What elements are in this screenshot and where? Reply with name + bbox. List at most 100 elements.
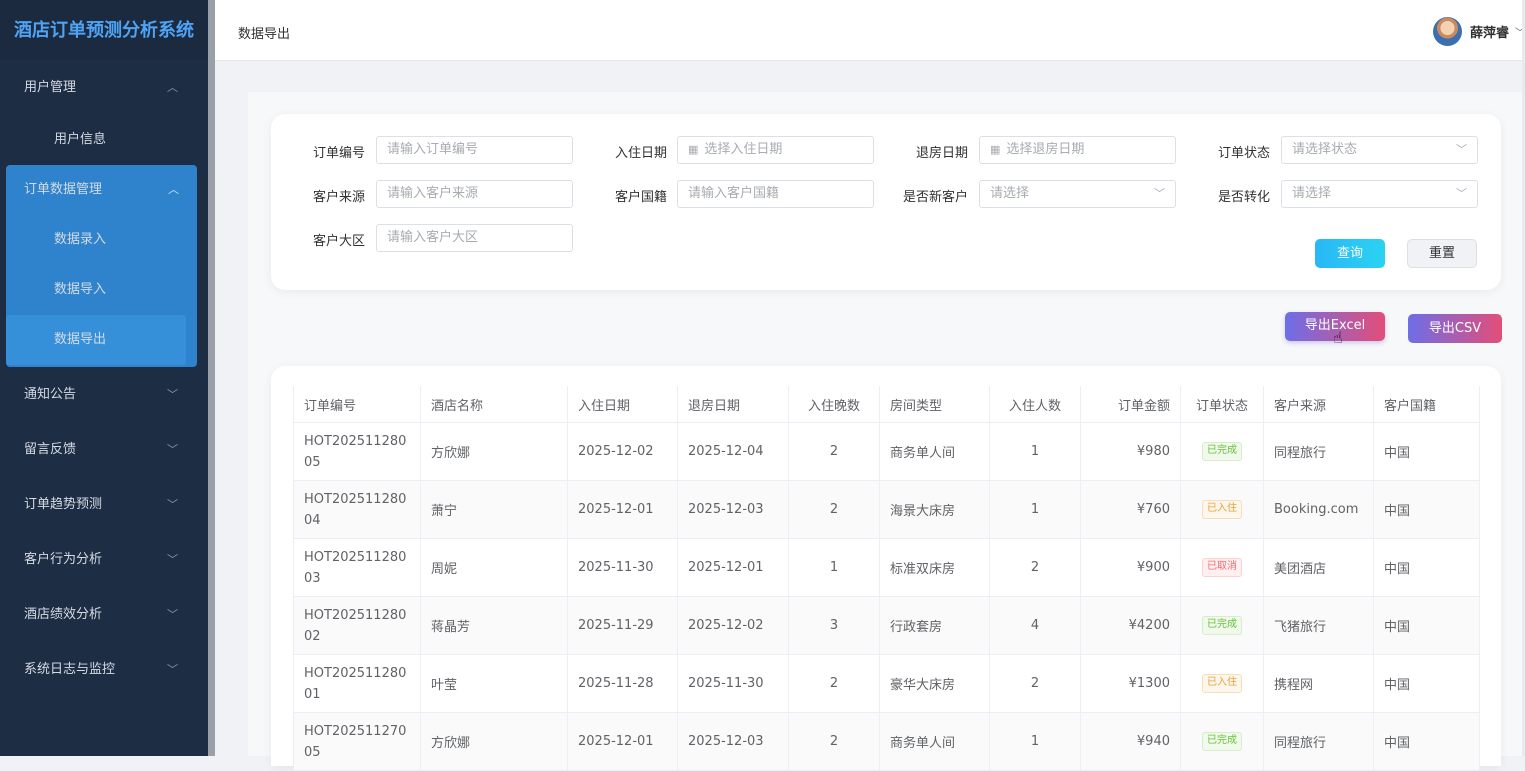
user-name[interactable]: 薛萍睿	[1470, 22, 1509, 41]
table-cell: 2025-12-01	[567, 712, 678, 771]
region-label: 客户大区	[312, 234, 365, 249]
menu-customer-behavior[interactable]: 客户行为分析 ﹀	[0, 532, 208, 587]
sidebar-scrollbar[interactable]	[208, 0, 215, 756]
menu-label: 酒店绩效分析	[24, 607, 103, 622]
order-no-label: 订单编号	[312, 146, 365, 161]
table-cell: 标准双床房	[879, 538, 990, 597]
table-cell: ¥900	[1080, 538, 1181, 597]
col-header[interactable]: 客户来源	[1263, 386, 1374, 423]
col-header[interactable]: 订单状态	[1180, 386, 1264, 423]
checkout-label: 退房日期	[915, 146, 968, 161]
order-no-input[interactable]: 请输入订单编号	[376, 136, 573, 164]
col-header[interactable]: 酒店名称	[420, 386, 568, 423]
reset-button[interactable]: 重置	[1407, 239, 1477, 268]
table-row[interactable]: HOT20251128002 蒋晶芳 2025-11-29 2025-12-02 3 行政…	[293, 596, 1480, 655]
table-cell: 豪华大床房	[879, 654, 990, 713]
chevron-down-icon: ﹀	[167, 443, 178, 456]
table-cell: 3	[788, 596, 880, 655]
menu-order-data-management[interactable]: 订单数据管理 ︿	[6, 165, 197, 215]
chevron-down-icon: ﹀	[167, 553, 178, 566]
status-placeholder: 请选择状态	[1292, 142, 1358, 157]
table-row[interactable]: HOT20251128005 方欣娜 2025-12-02 2025-12-04 2 商务…	[293, 422, 1480, 481]
menu-label: 通知公告	[24, 387, 77, 402]
table-cell: 2025-11-30	[677, 654, 789, 713]
sidebar-item-data-import[interactable]: 数据导入	[6, 265, 197, 315]
col-header[interactable]: 房间类型	[879, 386, 990, 423]
table-cell: 方欣娜	[420, 712, 568, 771]
table-cell: 萧宁	[420, 480, 568, 539]
table-cell: 美团酒店	[1263, 538, 1374, 597]
chevron-down-icon: ﹀	[167, 608, 178, 621]
table-cell: 商务单人间	[879, 712, 990, 771]
table-cell: HOT20251127005	[293, 712, 421, 771]
orders-table: 订单编号 酒店名称 入住日期 退房日期 入住晚数 房间类型 入住人数 订单金额 …	[293, 386, 1480, 771]
checkin-date-picker[interactable]: ▦ 选择入住日期	[677, 136, 874, 164]
col-header[interactable]: 入住日期	[567, 386, 678, 423]
table-cell: 已完成	[1180, 422, 1264, 481]
col-header[interactable]: 订单编号	[293, 386, 421, 423]
col-header[interactable]: 客户国籍	[1373, 386, 1480, 423]
top-header: 数据导出 薛萍睿 ﹀	[215, 0, 1525, 61]
table-cell: 1	[989, 712, 1081, 771]
converted-label: 是否转化	[1217, 190, 1270, 205]
app-title: 酒店订单预测分析系统	[0, 0, 208, 60]
avatar[interactable]	[1432, 17, 1462, 46]
sidebar-item-data-entry[interactable]: 数据录入	[6, 215, 197, 265]
calendar-icon: ▦	[688, 143, 699, 156]
table-cell: 2	[788, 480, 880, 539]
status-badge: 已入住	[1202, 674, 1242, 693]
table-cell: 2	[788, 654, 880, 713]
nationality-label: 客户国籍	[614, 190, 667, 205]
table-row[interactable]: HOT20251127005 方欣娜 2025-12-01 2025-12-03 2 商务…	[293, 712, 1480, 771]
col-header[interactable]: 入住晚数	[788, 386, 880, 423]
checkin-placeholder: 选择入住日期	[704, 142, 783, 157]
source-input[interactable]: 请输入客户来源	[376, 180, 573, 208]
hand-cursor-icon: ☝	[1333, 328, 1343, 347]
menu-label: 订单数据管理	[24, 182, 103, 197]
chevron-down-icon: ﹀	[1154, 187, 1165, 200]
table-panel: 订单编号 酒店名称 入住日期 退房日期 入住晚数 房间类型 入住人数 订单金额 …	[271, 366, 1501, 771]
table-cell: 中国	[1373, 596, 1480, 655]
is-new-placeholder: 请选择	[990, 186, 1030, 201]
menu-group-order-data: 订单数据管理 ︿ 数据录入 数据导入 数据导出	[6, 165, 197, 367]
table-row[interactable]: HOT20251128001 叶莹 2025-11-28 2025-11-30 2 豪华大…	[293, 654, 1480, 713]
sidebar-item-user-info[interactable]: 用户信息	[0, 115, 208, 165]
query-button[interactable]: 查询	[1315, 239, 1385, 268]
table-cell: 方欣娜	[420, 422, 568, 481]
menu-feedback[interactable]: 留言反馈 ﹀	[0, 422, 208, 477]
table-cell: 2025-11-28	[567, 654, 678, 713]
table-cell: 中国	[1373, 480, 1480, 539]
menu-notices[interactable]: 通知公告 ﹀	[0, 367, 208, 422]
table-cell: 1	[989, 480, 1081, 539]
region-placeholder: 请输入客户大区	[387, 230, 479, 245]
chevron-down-icon: ﹀	[1456, 143, 1467, 156]
checkout-date-picker[interactable]: ▦ 选择退房日期	[979, 136, 1176, 164]
table-cell: HOT20251128002	[293, 596, 421, 655]
table-cell: HOT20251128001	[293, 654, 421, 713]
table-cell: 4	[989, 596, 1081, 655]
table-cell: 2025-12-01	[567, 480, 678, 539]
user-menu[interactable]: 薛萍睿 ﹀	[1432, 17, 1525, 46]
nationality-input[interactable]: 请输入客户国籍	[677, 180, 874, 208]
col-header[interactable]: 订单金额	[1080, 386, 1181, 423]
status-select[interactable]: 请选择状态 ﹀	[1281, 136, 1478, 164]
converted-select[interactable]: 请选择 ﹀	[1281, 180, 1478, 208]
is-new-select[interactable]: 请选择 ﹀	[979, 180, 1176, 208]
menu-system-logs[interactable]: 系统日志与监控 ﹀	[0, 642, 208, 697]
table-cell: 2025-12-02	[567, 422, 678, 481]
is-new-label: 是否新客户	[902, 190, 968, 205]
menu-user-management[interactable]: 用户管理 ︿	[0, 60, 208, 115]
col-header[interactable]: 退房日期	[677, 386, 789, 423]
chevron-up-icon: ︿	[168, 183, 179, 196]
col-header[interactable]: 入住人数	[989, 386, 1081, 423]
export-csv-button[interactable]: 导出CSV	[1408, 314, 1502, 343]
table-cell: ¥4200	[1080, 596, 1181, 655]
table-row[interactable]: HOT20251128003 周妮 2025-11-30 2025-12-01 1 标准双…	[293, 538, 1480, 597]
table-cell: 2025-12-04	[677, 422, 789, 481]
sidebar-item-data-export[interactable]: 数据导出	[6, 315, 186, 365]
menu-order-trend[interactable]: 订单趋势预测 ﹀	[0, 477, 208, 532]
table-row[interactable]: HOT20251128004 萧宁 2025-12-01 2025-12-03 2 海景大…	[293, 480, 1480, 539]
region-input[interactable]: 请输入客户大区	[376, 224, 573, 252]
menu-hotel-performance[interactable]: 酒店绩效分析 ﹀	[0, 587, 208, 642]
table-cell: ¥940	[1080, 712, 1181, 771]
